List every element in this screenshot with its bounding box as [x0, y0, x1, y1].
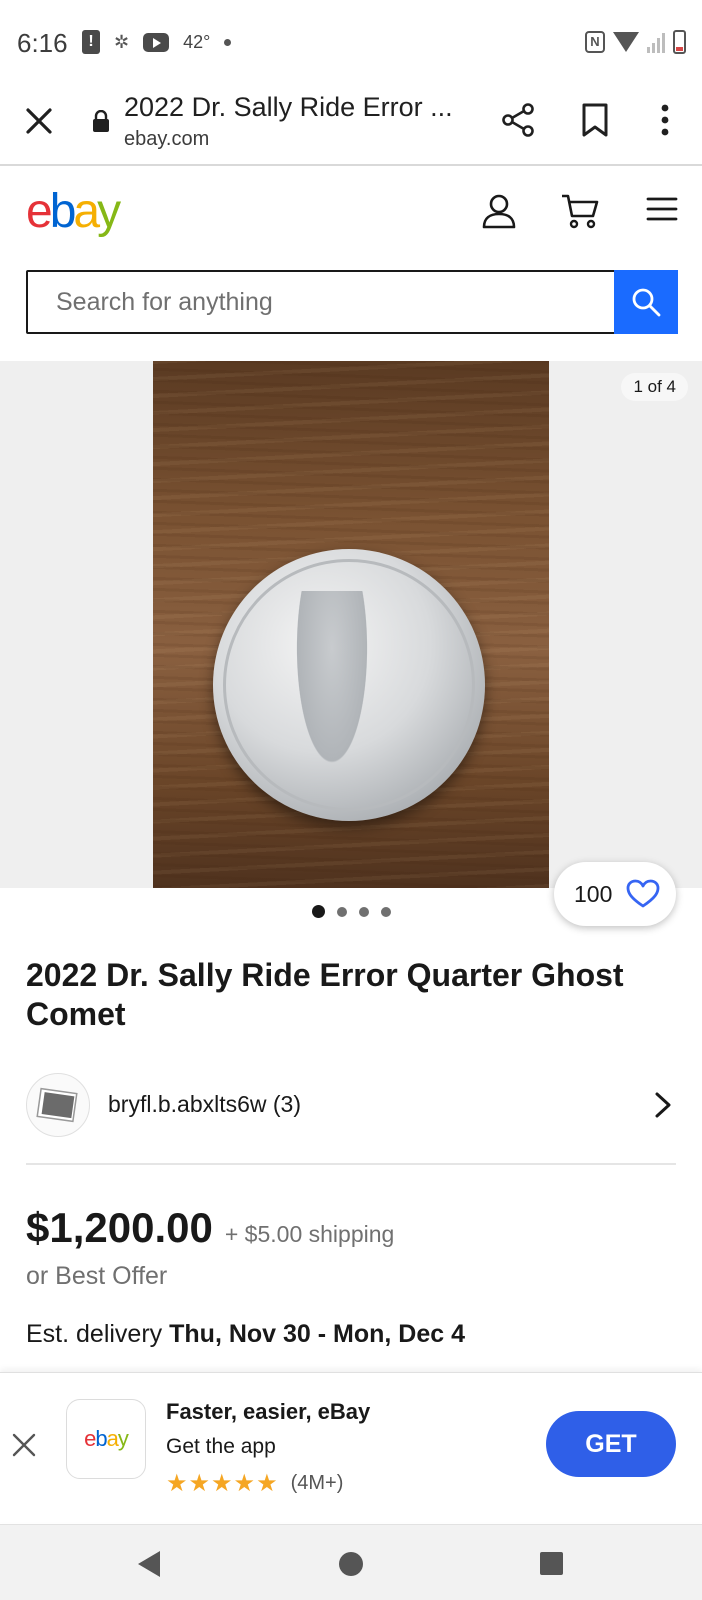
seller-row[interactable]: bryfl.b.abxlts6w (3) [26, 1073, 676, 1137]
app-install-banner: ebay Faster, easier, eBay Get the app ★★… [0, 1372, 702, 1522]
more-notifications-dot-icon [224, 38, 232, 46]
hamburger-menu-icon[interactable] [646, 194, 678, 224]
image-gallery[interactable]: 1 of 4 [0, 361, 702, 888]
search-icon [632, 288, 661, 317]
watch-count: 100 [574, 880, 613, 907]
best-offer-label: or Best Offer [26, 1262, 168, 1290]
item-price: $1,200.00 [26, 1204, 213, 1251]
photo-counter: 1 of 4 [621, 373, 688, 401]
battery-icon [673, 30, 686, 54]
search-bar [26, 270, 678, 334]
delivery-label: Est. delivery [26, 1320, 163, 1348]
wifi-icon [613, 32, 639, 52]
listing-photo[interactable] [153, 361, 549, 888]
logo-letter-a: a [73, 185, 100, 238]
shipping-cost: + $5.00 shipping [224, 1221, 395, 1247]
bookmark-icon[interactable] [580, 102, 610, 138]
seller-name[interactable]: bryfl.b.abxlts6w (3) [108, 1091, 301, 1118]
logo-letter-e: e [26, 185, 53, 238]
system-navigation-bar [0, 1524, 702, 1600]
coin-portrait [291, 591, 373, 781]
search-button[interactable] [614, 270, 678, 334]
close-tab-icon[interactable] [22, 104, 56, 138]
cart-icon[interactable] [560, 192, 600, 230]
browser-page-title[interactable]: 2022 Dr. Sally Ride Error ... [124, 92, 469, 123]
app-logo-letter-y: y [117, 1426, 129, 1451]
app-logo-letter-b: b [95, 1426, 107, 1451]
browser-toolbar: 2022 Dr. Sally Ride Error ... ebay.com [0, 84, 702, 166]
app-logo-letter-a: a [106, 1426, 119, 1451]
alert-icon: ! [82, 30, 100, 54]
seller-avatar [26, 1073, 90, 1137]
browser-domain[interactable]: ebay.com [124, 128, 209, 151]
item-title: 2022 Dr. Sally Ride Error Quarter Ghost … [26, 957, 624, 1032]
youtube-icon [143, 32, 170, 52]
logo-letter-b: b [49, 185, 77, 238]
logo-letter-y: y [97, 185, 121, 238]
cell-signal-icon [647, 31, 665, 53]
fan-icon: ✲ [114, 31, 130, 52]
section-divider [26, 1163, 676, 1165]
lock-icon [93, 110, 109, 132]
status-system-icons: N [585, 30, 686, 54]
app-logo-letter-e: e [84, 1426, 96, 1451]
pagination-dot[interactable] [337, 906, 347, 917]
status-time: 6:16 [17, 28, 68, 58]
close-banner-icon[interactable] [10, 1431, 38, 1459]
ebay-header: ebay [0, 166, 702, 258]
watch-button[interactable]: 100 [554, 862, 676, 926]
price-row: $1,200.00 + $5.00 shipping [26, 1204, 394, 1252]
search-input[interactable] [28, 272, 614, 332]
delivery-dates: Thu, Nov 30 - Mon, Dec 4 [169, 1320, 465, 1348]
more-options-icon[interactable] [654, 102, 676, 138]
home-icon[interactable] [339, 1552, 363, 1576]
banner-title: Faster, easier, eBay [166, 1399, 371, 1424]
share-icon[interactable] [500, 102, 536, 138]
weather-temperature: 42° [183, 31, 211, 52]
chevron-right-icon [655, 1092, 671, 1118]
estimated-delivery: Est. delivery Thu, Nov 30 - Mon, Dec 4 [26, 1320, 465, 1349]
app-rating: ★★★★★ (4M+) [166, 1469, 343, 1498]
rating-count: (4M+) [290, 1472, 344, 1494]
photo-placeholder-icon [36, 1087, 78, 1123]
ebay-logo[interactable]: ebay [26, 184, 121, 239]
get-app-button[interactable]: GET [546, 1411, 676, 1477]
nfc-icon: N [585, 31, 605, 53]
coin-image [213, 549, 485, 821]
ebay-app-icon: ebay [66, 1399, 146, 1479]
pagination-dot[interactable] [359, 906, 369, 917]
status-bar: 6:16 ! ✲ 42° N [0, 0, 702, 84]
pagination-dot[interactable] [312, 905, 325, 918]
star-rating-icon: ★★★★★ [166, 1470, 279, 1497]
account-icon[interactable] [480, 192, 518, 230]
recent-apps-icon[interactable] [540, 1552, 563, 1575]
gallery-pagination-dots[interactable] [312, 905, 391, 918]
heart-icon [626, 879, 660, 908]
status-notification-icons: ! ✲ 42° [82, 30, 232, 54]
banner-subtitle: Get the app [166, 1435, 276, 1458]
back-icon[interactable] [138, 1551, 160, 1577]
pagination-dot[interactable] [381, 906, 391, 917]
